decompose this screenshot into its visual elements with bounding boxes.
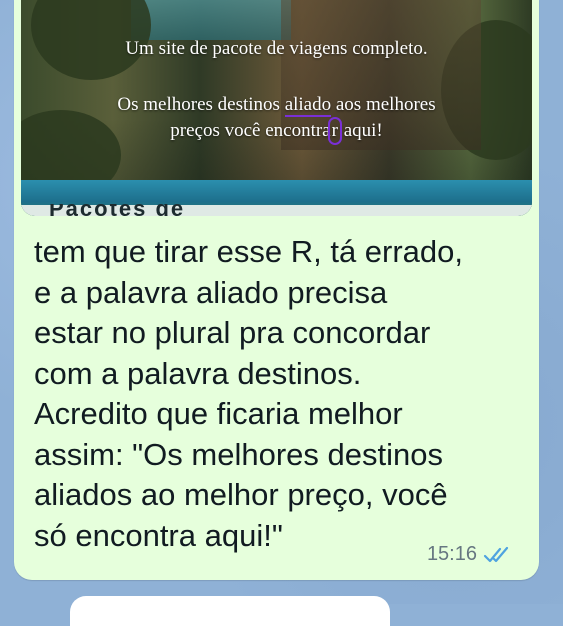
double-check-read-icon (483, 545, 513, 565)
message-meta: 15:16 (427, 543, 513, 566)
message-line: aliados ao melhor preço, você (34, 477, 448, 512)
image-caption-body: Os melhores destinos aliado aos melhores… (21, 93, 532, 145)
message-line: e a palavra aliado precisa (34, 274, 388, 310)
message-text: tem que tirar esse R, tá errado, e a pal… (34, 232, 529, 556)
image-bottom-strip: Pacotes de (21, 204, 532, 216)
message-line: com a palavra destinos. (34, 355, 362, 391)
message-line: estar no plural pra concordar (34, 315, 431, 350)
image-caption-line1: Um site de pacote de viagens completo. (125, 38, 428, 59)
caption-text: aos melhores (331, 94, 436, 115)
message-line: tem que tirar esse R, tá errado, (34, 234, 464, 269)
image-sky (131, 0, 291, 40)
attached-image[interactable]: Um site de pacote de viagens completo. O… (21, 0, 532, 216)
underlined-word: aliado (284, 94, 332, 117)
caption-text: aqui! (338, 120, 383, 141)
image-caption-line3: preços você encontrar aqui! (21, 117, 532, 145)
caption-text: preços você encontra (170, 120, 331, 141)
message-line: Acredito que ficaria melhor (34, 396, 403, 431)
message-bubble[interactable]: Um site de pacote de viagens completo. O… (14, 0, 539, 580)
caption-text: Os melhores destinos (117, 94, 285, 115)
message-line: assim: "Os melhores destinos (34, 436, 443, 472)
message-time: 15:16 (426, 543, 477, 565)
next-message-bubble[interactable] (70, 596, 390, 626)
image-cut-text: Pacotes de (49, 204, 185, 216)
image-caption-line2: Os melhores destinos aliado aos melhores (21, 93, 532, 117)
